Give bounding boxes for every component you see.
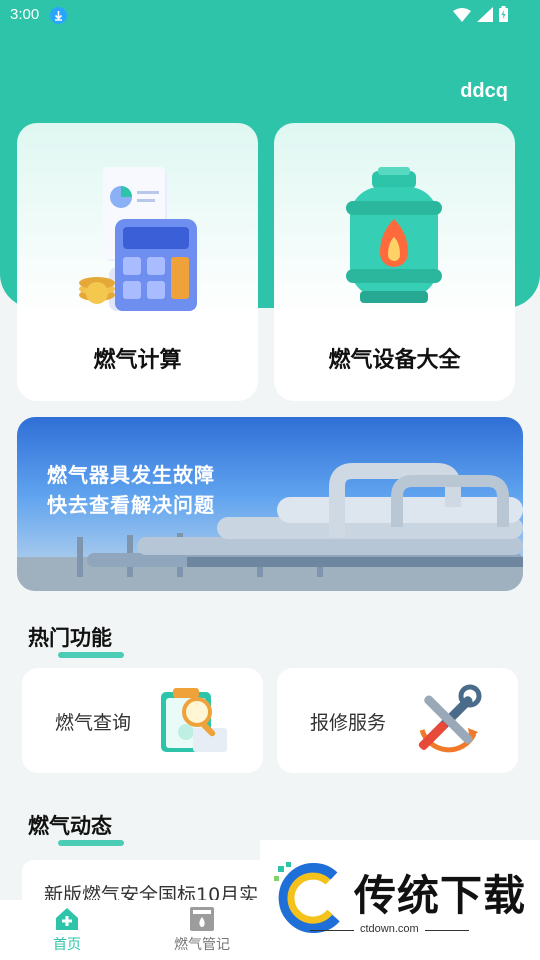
title-underline <box>58 652 124 658</box>
wifi-icon <box>453 7 471 26</box>
repair-tools-icon <box>418 684 482 753</box>
watermark-logo-icon <box>274 862 340 933</box>
gas-query-card[interactable]: 燃气查询 <box>22 668 263 773</box>
status-time: 3:00 <box>10 6 40 23</box>
repair-service-label: 报修服务 <box>310 712 387 734</box>
clipboard-search-icon <box>161 688 227 752</box>
banner-line-2: 快去查看解决问题 <box>47 493 215 517</box>
title-underline <box>58 840 124 846</box>
battery-icon <box>499 6 508 26</box>
watermark-logo: 传统下载 ctdown.com <box>260 840 540 960</box>
gas-calculation-card[interactable]: 燃气计算 <box>17 123 258 401</box>
signal-icon <box>477 6 493 26</box>
gas-equipment-label: 燃气设备大全 <box>328 348 461 373</box>
tab-gas-record-label: 燃气管记 <box>174 937 230 953</box>
gas-cylinder-icon <box>346 167 442 303</box>
gas-news-title: 燃气动态 <box>28 810 124 846</box>
download-icon <box>50 7 67 24</box>
watermark-brand: 传统下载 <box>354 871 527 920</box>
stove-icon <box>190 907 214 931</box>
repair-service-card[interactable]: 报修服务 <box>277 668 518 773</box>
calculator-icon <box>79 167 197 311</box>
tab-gas-record[interactable]: 燃气管记 <box>157 906 247 954</box>
watermark-domain: ctdown.com <box>310 923 469 935</box>
home-icon <box>56 908 78 930</box>
gas-calculation-label: 燃气计算 <box>93 348 182 373</box>
hot-functions-title: 热门功能 <box>28 622 124 658</box>
username[interactable]: ddcq <box>460 80 508 103</box>
troubleshooting-banner[interactable]: 燃气器具发生故障 快去查看解决问题 <box>17 417 523 591</box>
tab-home-label: 首页 <box>53 937 81 953</box>
gas-query-label: 燃气查询 <box>55 712 132 734</box>
gas-equipment-card[interactable]: 燃气设备大全 <box>274 123 515 401</box>
status-bar: 3:00 <box>0 0 540 32</box>
tab-home[interactable]: 首页 <box>22 906 112 954</box>
banner-line-1: 燃气器具发生故障 <box>47 463 215 487</box>
